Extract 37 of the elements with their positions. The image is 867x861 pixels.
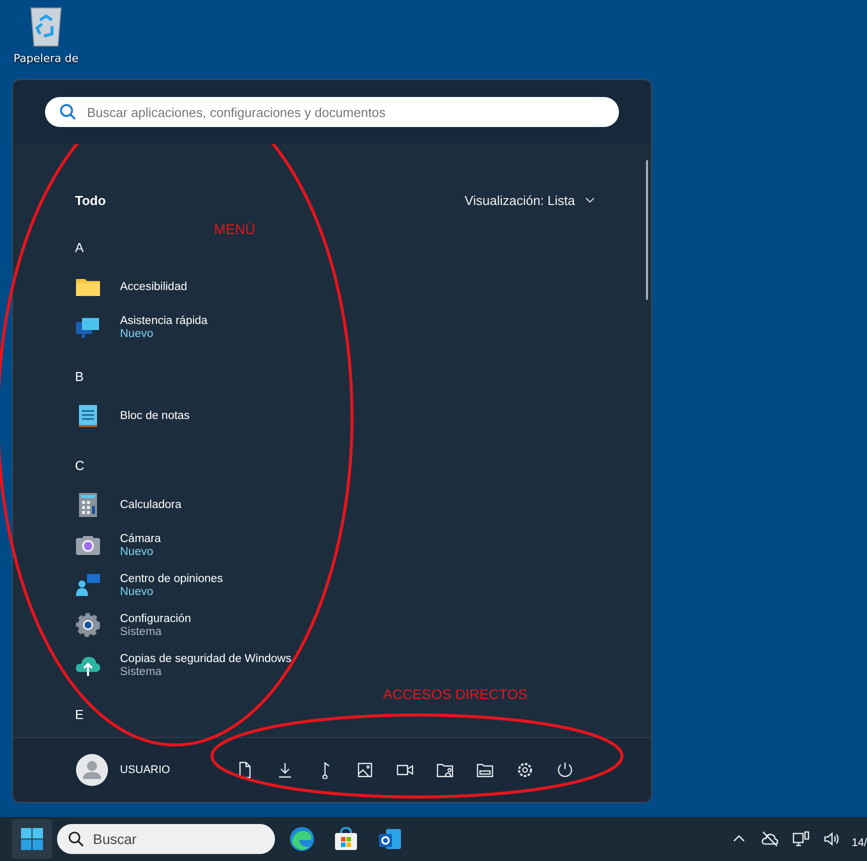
app-subtitle: Nuevo — [120, 586, 154, 598]
letter-heading[interactable]: B — [75, 368, 84, 384]
recycle-bin-icon[interactable] — [28, 6, 64, 48]
app-name[interactable]: Centro de opiniones — [120, 572, 223, 584]
avatar-icon[interactable] — [76, 754, 108, 786]
search-field[interactable]: Buscar aplicaciones, configuraciones y documentos — [45, 97, 619, 127]
app-name[interactable]: Accesibilidad — [120, 281, 188, 293]
app-name[interactable]: Cámara — [120, 532, 161, 544]
settings-icon[interactable] — [75, 612, 101, 638]
user-name[interactable]: USUARIO — [120, 764, 200, 776]
windows-logo-icon — [20, 827, 44, 851]
annotation-label: ACCESOS DIRECTOS — [383, 686, 528, 702]
chevron-down-icon — [585, 197, 595, 203]
app-name[interactable]: Copias de seguridad de Windows — [120, 652, 292, 664]
search-icon — [59, 103, 77, 121]
wave-logo-icon[interactable] — [287, 824, 317, 854]
view-dropdown[interactable]: Visualización: Lista — [464, 192, 595, 208]
app-name[interactable]: Asistencia rápida — [120, 314, 208, 326]
desktop-icon-label: Papelera de — [14, 52, 78, 65]
app-name[interactable]: Bloc de notas — [120, 410, 190, 422]
scrollbar[interactable] — [646, 160, 648, 300]
letter-heading[interactable]: C — [75, 458, 84, 472]
search-icon — [68, 831, 84, 847]
app-name[interactable]: Configuración — [120, 612, 191, 624]
app-name[interactable]: Calculadora — [120, 499, 182, 511]
person-chat-icon[interactable] — [75, 572, 101, 598]
annotation-label: MENÚ — [214, 221, 256, 237]
section-title: Todo — [75, 192, 106, 208]
app-subtitle: Sistema — [120, 666, 163, 678]
letter-heading[interactable]: A — [75, 240, 84, 254]
app-subtitle: Sistema — [120, 626, 163, 638]
start-button[interactable] — [12, 819, 52, 859]
app-subtitle: Nuevo — [120, 546, 154, 558]
letter-heading[interactable]: E — [75, 706, 84, 722]
clock[interactable]: 14/ — [852, 837, 867, 849]
taskbar-search-field[interactable]: Buscar — [57, 824, 275, 854]
app-subtitle: Nuevo — [120, 328, 154, 340]
